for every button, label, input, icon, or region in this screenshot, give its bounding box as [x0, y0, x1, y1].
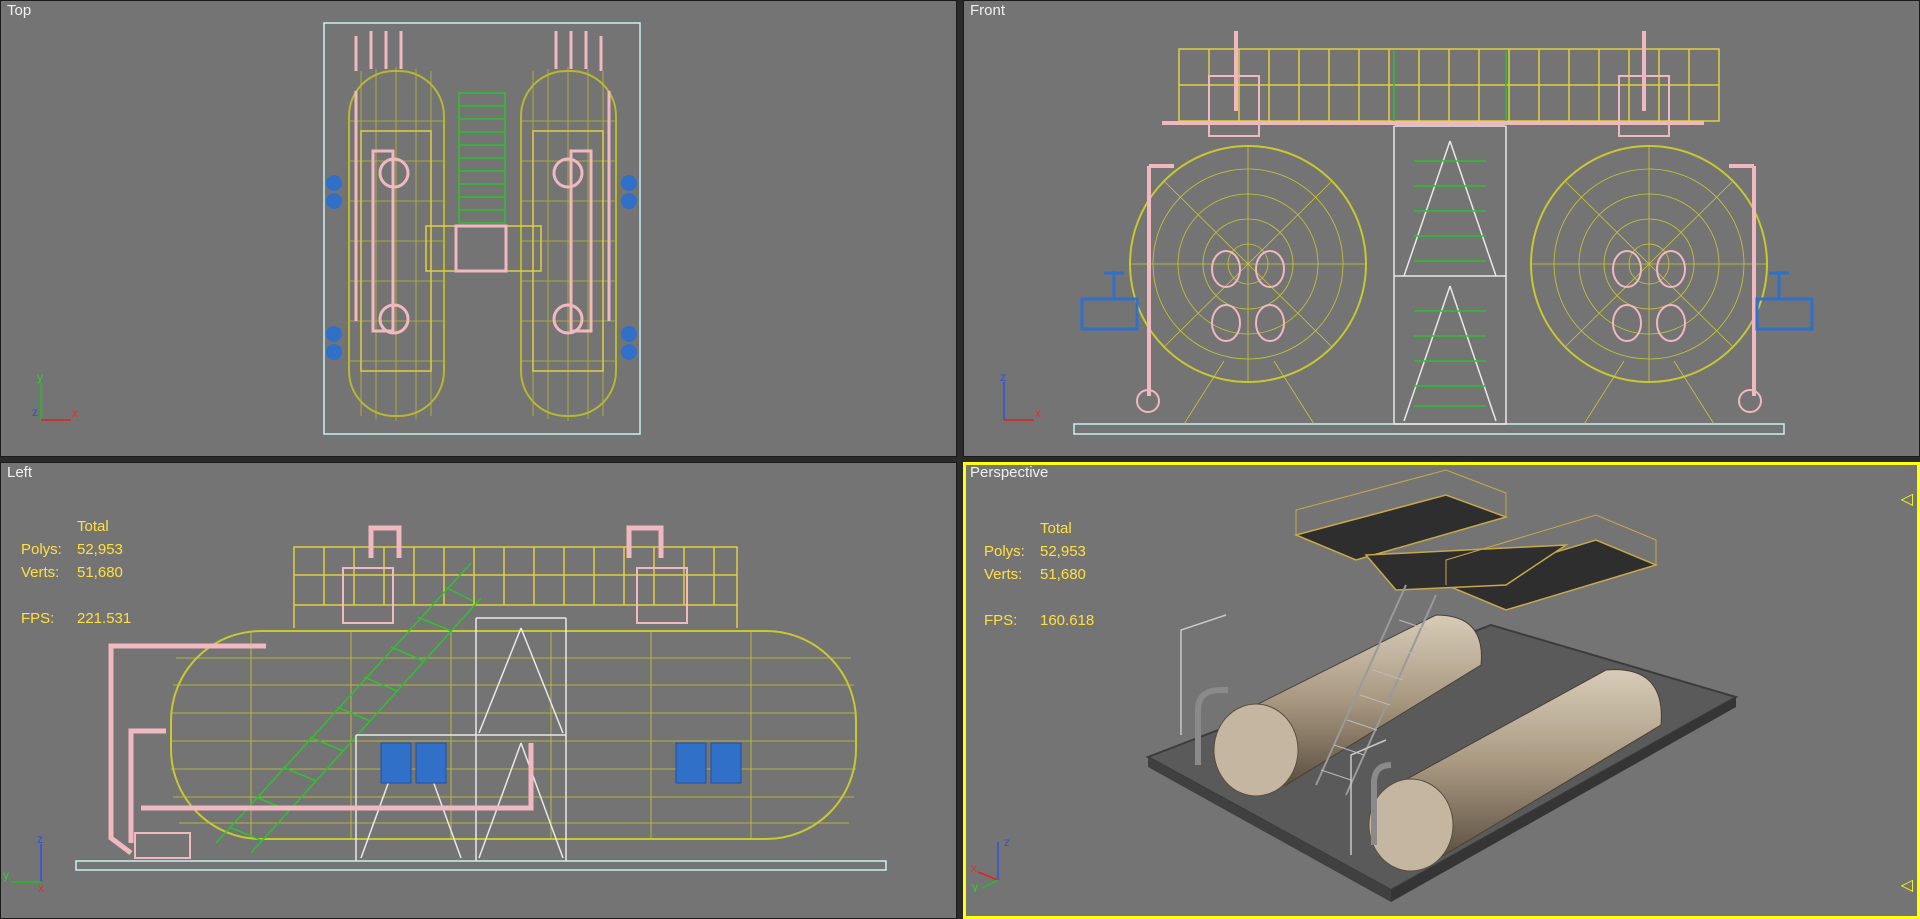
viewport-perspective[interactable]: Perspective Total Polys: 52,953 Verts: 51,…: [963, 462, 1920, 919]
axis-y-label: y: [3, 868, 9, 882]
viewport-left[interactable]: Left Total Polys: 52,953 Verts: 51,680 FPS…: [0, 462, 957, 919]
axis-tripod-left: z y x: [3, 834, 44, 894]
left-view-wireframe: [75, 525, 887, 871]
axis-tripod-front: z x: [1000, 372, 1041, 421]
axis-z-label: z: [37, 834, 43, 846]
perspective-render: [1145, 469, 1739, 902]
axis-z-label: z: [1004, 835, 1010, 849]
viewport-grid: Top y z x Front z x Left Total Polys: 52…: [0, 0, 1920, 919]
viewport-top[interactable]: Top y z x: [0, 0, 957, 457]
axis-tripod-top: y z x: [32, 372, 78, 421]
axis-x-label: x: [72, 406, 78, 420]
axis-x-label: x: [1035, 406, 1041, 420]
axis-y-label: y: [972, 880, 978, 892]
viewport-front[interactable]: Front z x: [963, 0, 1920, 457]
axis-z-label: z: [32, 405, 38, 419]
viewport-edge-marker-top: ◁: [1900, 491, 1913, 508]
axis-x-label: x: [38, 881, 44, 894]
viewport-edge-marker-bottom: ◁: [1900, 877, 1913, 894]
axis-y-label: y: [37, 372, 43, 384]
axis-z-label: z: [1000, 372, 1006, 384]
axis-tripod-perspective: z x y: [971, 835, 1010, 892]
front-view-wireframe: [1073, 31, 1814, 435]
axis-x-label: x: [971, 861, 977, 875]
top-view-wireframe: [323, 22, 641, 435]
